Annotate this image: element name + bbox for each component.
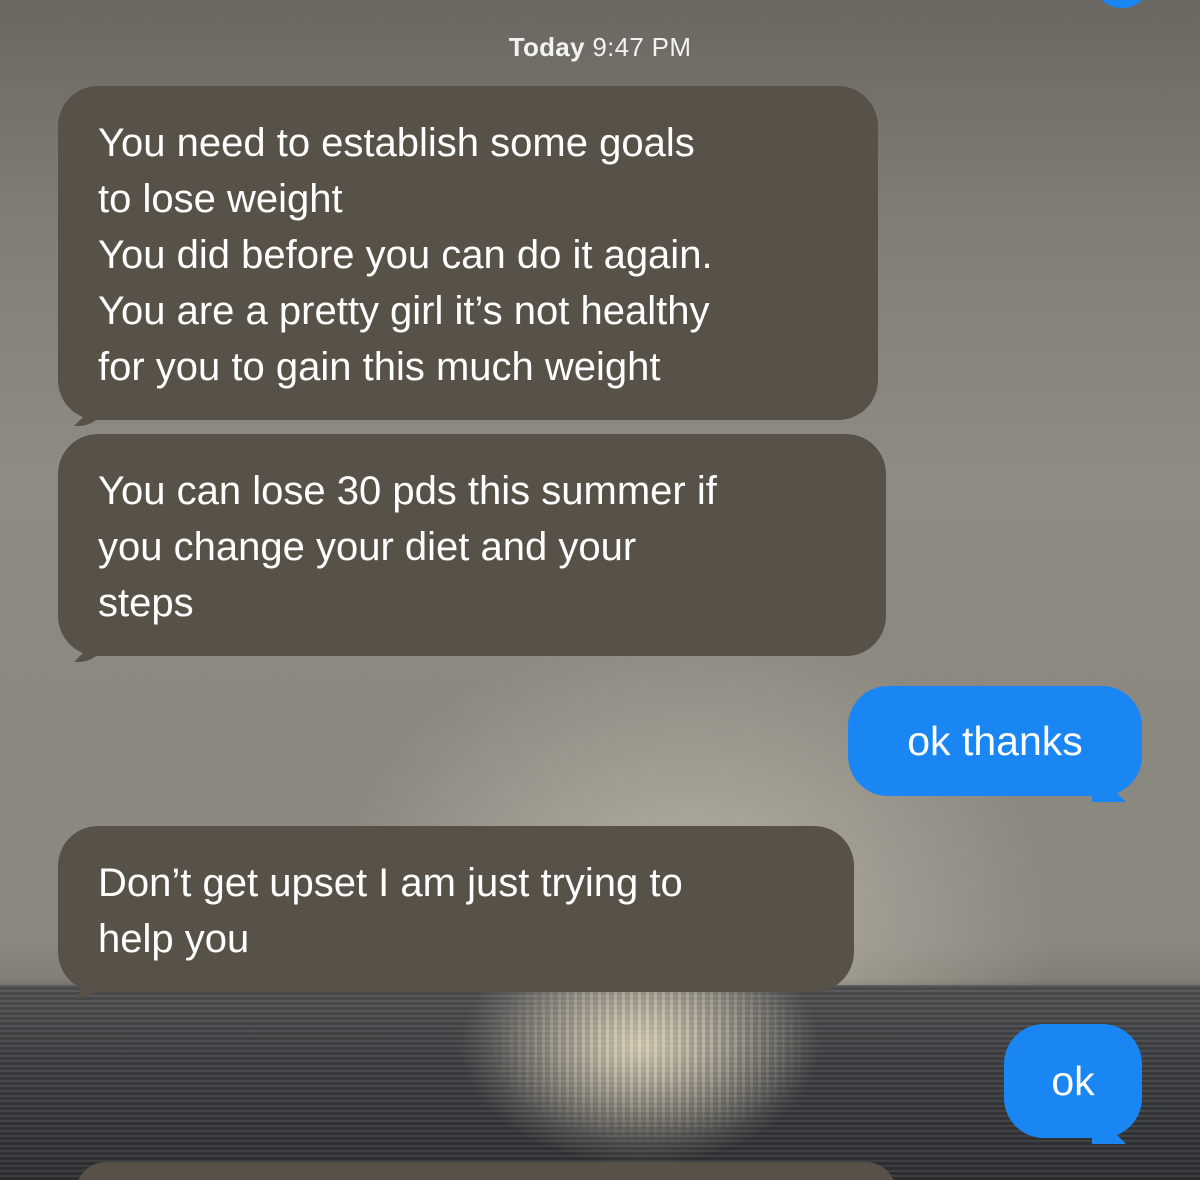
timestamp-day: Today	[508, 32, 585, 62]
incoming-message-bubble[interactable]: You need to establish some goals to lose…	[58, 86, 878, 420]
incoming-message-bubble-partial[interactable]	[76, 1162, 896, 1180]
outgoing-message-bubble[interactable]: ok thanks	[848, 686, 1142, 796]
incoming-message-bubble[interactable]: Don’t get upset I am just trying to help…	[58, 826, 854, 992]
wallpaper-sun-reflection	[470, 985, 830, 1180]
previous-outgoing-bubble-tail	[1092, 0, 1152, 8]
incoming-message-bubble[interactable]: You can lose 30 pds this summer if you c…	[58, 434, 886, 656]
outgoing-message-bubble[interactable]: ok	[1004, 1024, 1142, 1138]
timestamp-time: 9:47 PM	[592, 32, 692, 62]
message-timestamp: Today 9:47 PM	[0, 32, 1200, 63]
